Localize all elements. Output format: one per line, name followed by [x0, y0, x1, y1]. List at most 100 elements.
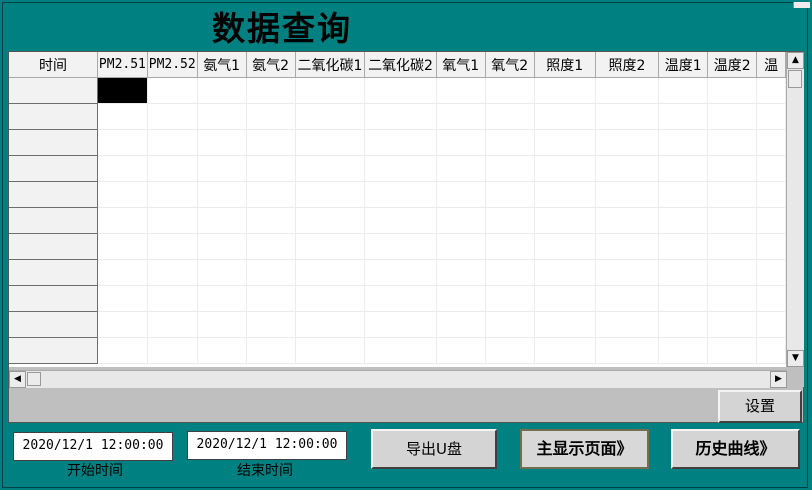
- table-cell[interactable]: [295, 259, 366, 286]
- table-cell[interactable]: [197, 233, 247, 260]
- table-cell[interactable]: [246, 233, 296, 260]
- table-cell[interactable]: [97, 311, 148, 338]
- table-cell[interactable]: [595, 259, 660, 286]
- table-cell[interactable]: [97, 337, 148, 364]
- table-row[interactable]: [9, 155, 786, 182]
- table-cell[interactable]: [197, 181, 247, 208]
- table-cell[interactable]: [147, 103, 198, 130]
- table-cell[interactable]: [595, 103, 660, 130]
- table-cell[interactable]: [364, 233, 437, 260]
- table-cell[interactable]: [485, 207, 535, 234]
- row-header-cell[interactable]: [9, 207, 98, 234]
- table-cell[interactable]: [436, 103, 486, 130]
- table-cell[interactable]: [485, 285, 535, 312]
- table-cell[interactable]: [246, 311, 296, 338]
- column-header-temperature-1[interactable]: 温度1: [658, 52, 709, 78]
- settings-button[interactable]: 设置: [718, 390, 802, 423]
- table-cell[interactable]: [364, 181, 437, 208]
- table-row[interactable]: [9, 259, 786, 286]
- table-cell[interactable]: [197, 155, 247, 182]
- table-cell[interactable]: [197, 207, 247, 234]
- table-cell[interactable]: [707, 129, 758, 156]
- table-cell[interactable]: [707, 337, 758, 364]
- table-cell[interactable]: [147, 181, 198, 208]
- row-header-cell[interactable]: [9, 285, 98, 312]
- table-cell[interactable]: [197, 103, 247, 130]
- table-cell[interactable]: [485, 77, 535, 104]
- table-cell[interactable]: [595, 337, 660, 364]
- table-cell[interactable]: [436, 77, 486, 104]
- table-cell[interactable]: [147, 77, 198, 104]
- scroll-left-icon[interactable]: ◀: [9, 371, 26, 388]
- table-cell[interactable]: [534, 259, 596, 286]
- table-cell[interactable]: [595, 155, 660, 182]
- column-header-oxygen-1[interactable]: 氧气1: [436, 52, 486, 78]
- table-cell[interactable]: [436, 259, 486, 286]
- column-header-oxygen-2[interactable]: 氧气2: [485, 52, 535, 78]
- table-cell[interactable]: [534, 337, 596, 364]
- table-cell[interactable]: [295, 285, 366, 312]
- table-cell[interactable]: [436, 285, 486, 312]
- table-cell[interactable]: [97, 259, 148, 286]
- table-cell[interactable]: [485, 337, 535, 364]
- table-cell[interactable]: [97, 103, 148, 130]
- table-cell[interactable]: [295, 337, 366, 364]
- table-cell[interactable]: [485, 181, 535, 208]
- table-cell[interactable]: [707, 259, 758, 286]
- table-cell[interactable]: [364, 103, 437, 130]
- table-cell[interactable]: [295, 181, 366, 208]
- table-cell[interactable]: [756, 103, 786, 130]
- table-cell[interactable]: [658, 233, 709, 260]
- table-cell[interactable]: [595, 181, 660, 208]
- table-cell[interactable]: [756, 337, 786, 364]
- table-cell[interactable]: [485, 103, 535, 130]
- table-cell[interactable]: [756, 285, 786, 312]
- export-usb-button[interactable]: 导出U盘: [371, 429, 497, 469]
- table-cell[interactable]: [485, 311, 535, 338]
- table-cell[interactable]: [246, 337, 296, 364]
- table-cell[interactable]: [364, 77, 437, 104]
- table-cell[interactable]: [707, 285, 758, 312]
- table-cell[interactable]: [658, 129, 709, 156]
- table-cell[interactable]: [595, 233, 660, 260]
- row-header-cell[interactable]: [9, 103, 98, 130]
- table-cell[interactable]: [756, 155, 786, 182]
- table-cell[interactable]: [756, 181, 786, 208]
- table-cell[interactable]: [436, 311, 486, 338]
- row-header-cell[interactable]: [9, 233, 98, 260]
- table-cell[interactable]: [147, 129, 198, 156]
- column-header-illuminance-1[interactable]: 照度1: [534, 52, 596, 78]
- column-header-temperature-2[interactable]: 温度2: [707, 52, 758, 78]
- table-cell[interactable]: [246, 155, 296, 182]
- table-cell[interactable]: [658, 181, 709, 208]
- table-cell[interactable]: [756, 77, 786, 104]
- table-cell[interactable]: [534, 233, 596, 260]
- table-cell[interactable]: [364, 285, 437, 312]
- table-cell[interactable]: [534, 103, 596, 130]
- table-cell[interactable]: [595, 285, 660, 312]
- column-header-illuminance-2[interactable]: 照度2: [595, 52, 660, 78]
- table-cell[interactable]: [97, 181, 148, 208]
- table-cell[interactable]: [364, 259, 437, 286]
- table-cell[interactable]: [756, 129, 786, 156]
- row-header-cell[interactable]: [9, 77, 98, 104]
- start-time-field[interactable]: 2020/12/1 12:00:00: [13, 432, 173, 461]
- table-cell[interactable]: [595, 129, 660, 156]
- scroll-up-icon[interactable]: ▲: [787, 52, 804, 69]
- vertical-scroll-thumb[interactable]: [788, 70, 802, 88]
- table-cell[interactable]: [197, 77, 247, 104]
- table-cell[interactable]: [364, 155, 437, 182]
- table-cell[interactable]: [246, 103, 296, 130]
- table-cell[interactable]: [658, 311, 709, 338]
- horizontal-scrollbar[interactable]: ◀ ▶: [9, 370, 787, 388]
- column-header-co2-1[interactable]: 二氧化碳1: [295, 52, 366, 78]
- table-cell[interactable]: [436, 207, 486, 234]
- table-cell[interactable]: [756, 233, 786, 260]
- table-cell[interactable]: [658, 259, 709, 286]
- table-cell[interactable]: [485, 129, 535, 156]
- table-cell[interactable]: [197, 259, 247, 286]
- table-cell[interactable]: [364, 311, 437, 338]
- table-cell[interactable]: [147, 311, 198, 338]
- table-cell[interactable]: [707, 103, 758, 130]
- table-cell[interactable]: [485, 233, 535, 260]
